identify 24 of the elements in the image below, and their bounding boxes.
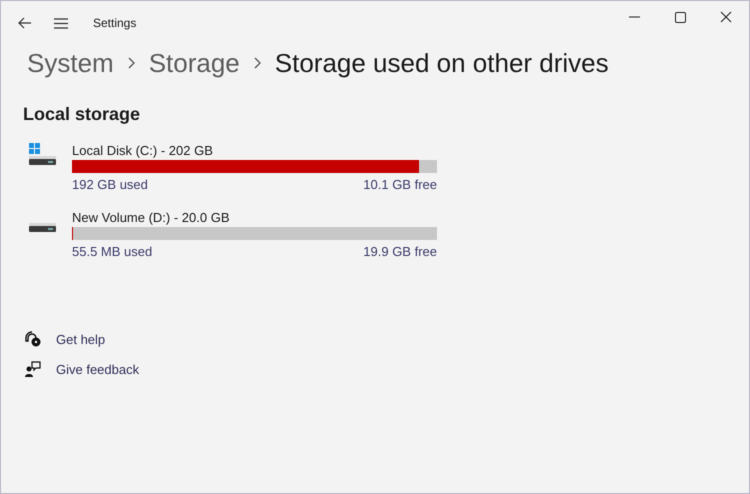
menu-icon — [54, 18, 68, 28]
free-space: 10.1 GB free — [363, 177, 437, 192]
breadcrumb-link[interactable]: System — [27, 48, 114, 78]
close-icon — [720, 11, 732, 23]
page-title: Storage used on other drives — [274, 48, 609, 78]
window-title: Settings — [93, 16, 136, 30]
help-icon — [25, 331, 41, 347]
free-space: 19.9 GB free — [363, 244, 437, 259]
drive-icon — [29, 223, 56, 232]
drive-name: Local Disk (C:) - 202 GB — [72, 143, 213, 158]
feedback-icon — [25, 361, 41, 377]
feedback-link[interactable]: Give feedback — [56, 362, 140, 376]
breadcrumb-link[interactable]: Storage — [148, 48, 240, 78]
maximize-icon — [674, 12, 686, 22]
drive-icon — [29, 156, 56, 165]
used-space: 192 GB used — [72, 177, 148, 192]
back-arrow-icon — [18, 17, 32, 29]
minimize-icon — [628, 16, 640, 18]
section-heading: Local storage — [22, 103, 140, 125]
chevron-icon — [128, 57, 135, 69]
help-link[interactable]: Get help — [56, 332, 106, 346]
drive-name: New Volume (D:) - 20.0 GB — [72, 210, 230, 225]
used-space: 55.5 MB used — [72, 244, 152, 259]
chevron-icon — [254, 57, 261, 69]
